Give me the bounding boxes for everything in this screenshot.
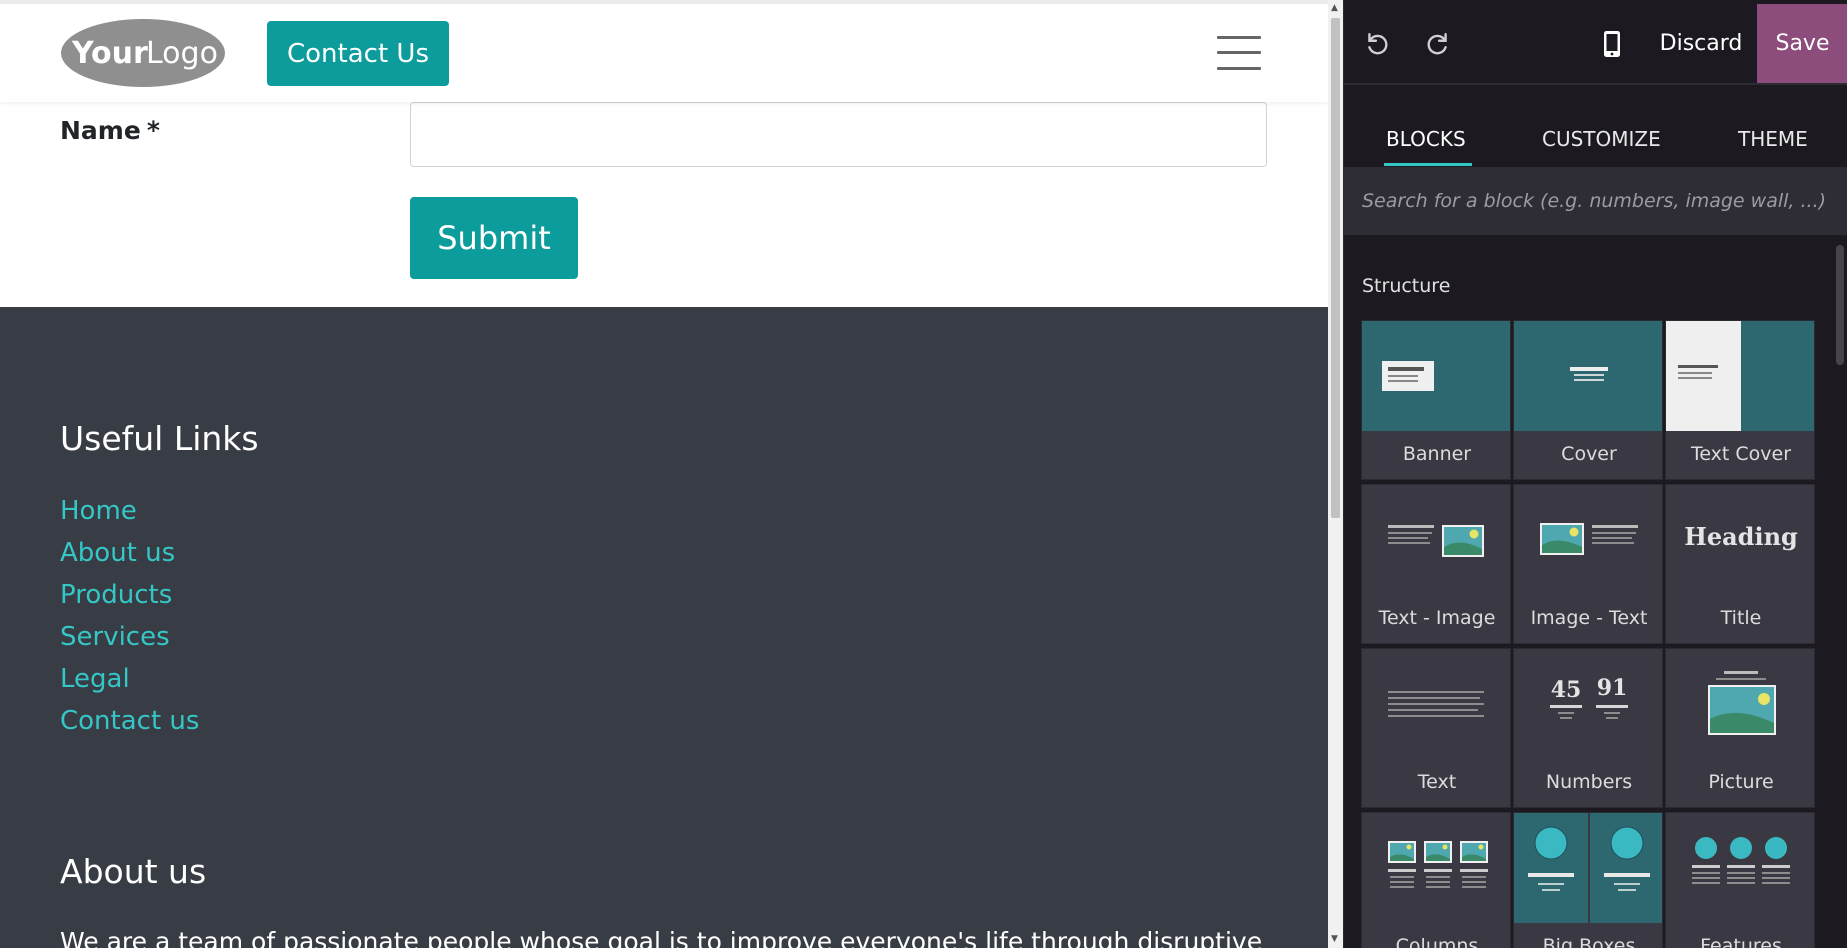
site-header: Your Logo Contact Us — [0, 4, 1328, 102]
block-label: Columns — [1395, 935, 1479, 948]
contact-us-button[interactable]: Contact Us — [267, 21, 449, 86]
about-us-title: About us — [60, 852, 207, 891]
block-numbers[interactable]: 45 91 Numbers — [1513, 648, 1663, 808]
block-label: Text - Image — [1378, 607, 1496, 629]
contact-form: Name * Submit — [0, 102, 1328, 307]
block-label: Title — [1720, 607, 1762, 629]
redo-icon[interactable] — [1422, 28, 1454, 60]
site-logo[interactable]: Your Logo — [60, 18, 226, 88]
block-columns[interactable]: Columns — [1361, 812, 1511, 948]
editor-toolbar: Discard Save — [1344, 4, 1847, 85]
title-thumbnail: Heading — [1666, 485, 1814, 595]
features-thumbnail — [1666, 813, 1814, 923]
block-features[interactable]: Features — [1665, 812, 1815, 948]
footer-links: Home About us Products Services Legal Co… — [60, 490, 199, 742]
svg-text:Heading: Heading — [1684, 522, 1798, 551]
block-label: Image - Text — [1530, 607, 1648, 629]
block-text-cover[interactable]: Text Cover — [1665, 320, 1815, 480]
text-image-thumbnail — [1362, 485, 1510, 595]
discard-button[interactable]: Discard — [1649, 4, 1753, 83]
image-text-thumbnail — [1514, 485, 1662, 595]
text-cover-thumbnail — [1666, 321, 1814, 431]
useful-links-title: Useful Links — [60, 419, 259, 458]
block-picture[interactable]: Picture — [1665, 648, 1815, 808]
svg-text:45: 45 — [1551, 677, 1582, 703]
preview-scrollbar[interactable]: ▲ ▼ — [1328, 0, 1343, 948]
mobile-preview-icon[interactable] — [1596, 28, 1628, 60]
block-cover[interactable]: Cover — [1513, 320, 1663, 480]
footer-link-contact[interactable]: Contact us — [60, 700, 199, 742]
block-big-boxes[interactable]: Big Boxes — [1513, 812, 1663, 948]
editor-tabs: BLOCKS CUSTOMIZE THEME — [1344, 87, 1847, 167]
required-mark: * — [146, 116, 160, 145]
scroll-down-icon[interactable]: ▼ — [1331, 934, 1338, 944]
about-us-text: We are a team of passionate people whose… — [60, 927, 1263, 948]
block-title[interactable]: Heading Title — [1665, 484, 1815, 644]
logo-text-bold: Your — [71, 36, 148, 71]
svg-text:91: 91 — [1597, 675, 1628, 701]
preview-scrollbar-thumb[interactable] — [1331, 18, 1340, 518]
footer-link-legal[interactable]: Legal — [60, 658, 199, 700]
footer-link-about[interactable]: About us — [60, 532, 199, 574]
big-boxes-thumbnail — [1514, 813, 1662, 923]
footer-link-services[interactable]: Services — [60, 616, 199, 658]
block-label: Features — [1700, 935, 1782, 948]
banner-thumbnail — [1362, 321, 1510, 431]
block-label: Text — [1417, 771, 1457, 793]
block-label: Cover — [1561, 443, 1617, 465]
footer-link-home[interactable]: Home — [60, 490, 199, 532]
picture-thumbnail — [1666, 649, 1814, 759]
cover-thumbnail — [1514, 321, 1662, 431]
website-preview: Your Logo Contact Us Name * Submit Useful… — [0, 0, 1328, 948]
section-title-structure: Structure — [1362, 275, 1451, 297]
undo-icon[interactable] — [1361, 28, 1393, 60]
hamburger-icon[interactable] — [1217, 34, 1261, 72]
columns-thumbnail — [1362, 813, 1510, 923]
block-text-image[interactable]: Text - Image — [1361, 484, 1511, 644]
block-label: Numbers — [1545, 771, 1633, 793]
block-label: Text Cover — [1690, 443, 1792, 465]
name-label: Name * — [60, 116, 160, 145]
numbers-thumbnail: 45 91 — [1514, 649, 1662, 759]
tab-customize[interactable]: CUSTOMIZE — [1542, 127, 1661, 151]
site-footer: Useful Links Home About us Products Serv… — [0, 307, 1328, 948]
panel-scrollbar-thumb[interactable] — [1836, 245, 1844, 365]
block-label: Banner — [1402, 443, 1472, 465]
name-input[interactable] — [410, 102, 1267, 167]
submit-button[interactable]: Submit — [410, 197, 578, 279]
text-thumbnail — [1362, 649, 1510, 759]
logo-text-light: Logo — [146, 36, 218, 71]
block-label: Picture — [1708, 771, 1774, 793]
footer-link-products[interactable]: Products — [60, 574, 199, 616]
editor-panel: Discard Save BLOCKS CUSTOMIZE THEME Stru… — [1343, 0, 1847, 948]
active-tab-indicator — [1384, 163, 1472, 166]
block-banner[interactable]: Banner — [1361, 320, 1511, 480]
block-search-input[interactable] — [1344, 167, 1847, 235]
block-text[interactable]: Text — [1361, 648, 1511, 808]
blocks-list: Structure Banner Cover Text Cover Text -… — [1344, 235, 1847, 948]
block-image-text[interactable]: Image - Text — [1513, 484, 1663, 644]
save-button[interactable]: Save — [1757, 4, 1847, 83]
scroll-up-icon[interactable]: ▲ — [1331, 3, 1338, 13]
panel-scrollbar[interactable] — [1832, 237, 1847, 948]
block-label: Big Boxes — [1542, 935, 1636, 948]
tab-blocks[interactable]: BLOCKS — [1386, 127, 1466, 151]
tab-theme[interactable]: THEME — [1738, 127, 1808, 151]
